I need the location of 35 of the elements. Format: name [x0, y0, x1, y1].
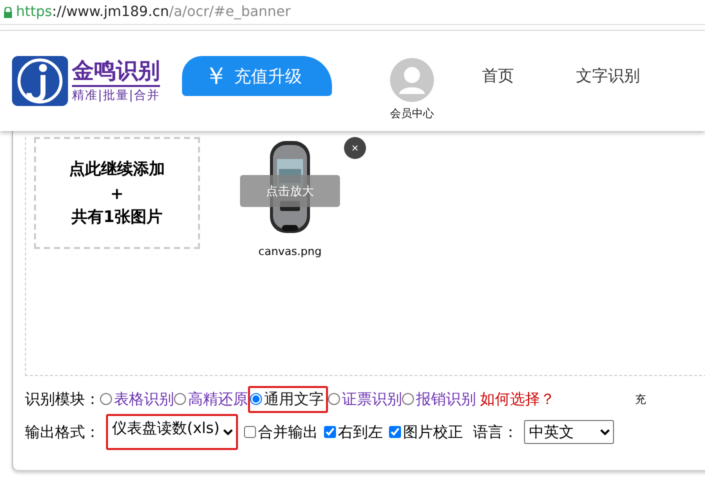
- member-center-link[interactable]: 会员中心: [390, 106, 434, 120]
- nav-link[interactable]: 文字识别: [576, 66, 640, 86]
- add-tile-text: 点此继续添加: [69, 158, 165, 180]
- close-button[interactable]: ×: [344, 137, 366, 159]
- language-select[interactable]: 中英文: [524, 420, 614, 444]
- module-option[interactable]: 高精还原: [174, 390, 248, 408]
- module-option[interactable]: 通用文字: [248, 386, 328, 412]
- module-label: 识别模块：: [25, 390, 100, 408]
- cut-text: 充: [635, 392, 647, 406]
- zoom-hint[interactable]: 点击放大: [240, 175, 340, 207]
- language-label: 语言：: [473, 422, 518, 442]
- url-scheme: https: [16, 4, 52, 20]
- module-option[interactable]: 报销识别: [402, 390, 476, 408]
- file-name: canvas.png: [258, 245, 322, 258]
- module-option[interactable]: 证票识别: [328, 390, 402, 408]
- url-host: ://www.jm189.cn: [52, 4, 169, 20]
- module-option[interactable]: 表格识别: [100, 390, 174, 408]
- checkbox-label: 右到左: [338, 422, 383, 442]
- add-tile-text: 共有1张图片: [71, 206, 163, 228]
- add-image-tile[interactable]: 点此继续添加 + 共有1张图片: [34, 137, 200, 249]
- add-tile-text: +: [110, 184, 124, 202]
- format-select[interactable]: 仪表盘读数(xls): [106, 414, 238, 450]
- option-label: 表格识别: [114, 390, 174, 408]
- logo-title: 金鸣识别: [72, 58, 160, 86]
- nav-link[interactable]: 首页: [482, 66, 514, 86]
- option-label: 通用文字: [264, 390, 324, 408]
- checkbox-label: 合并输出: [258, 422, 318, 442]
- help-link[interactable]: 如何选择？: [480, 390, 555, 408]
- logo-slogan: 精准|批量|合并: [72, 86, 160, 104]
- url-path: /a/ocr/#e_banner: [168, 4, 291, 20]
- option-label: 报销识别: [416, 390, 476, 408]
- checkbox-label: 图片校正: [403, 422, 463, 442]
- format-label: 输出格式：: [25, 422, 100, 442]
- option-label: 证票识别: [342, 390, 402, 408]
- option-label: 高精还原: [188, 390, 248, 408]
